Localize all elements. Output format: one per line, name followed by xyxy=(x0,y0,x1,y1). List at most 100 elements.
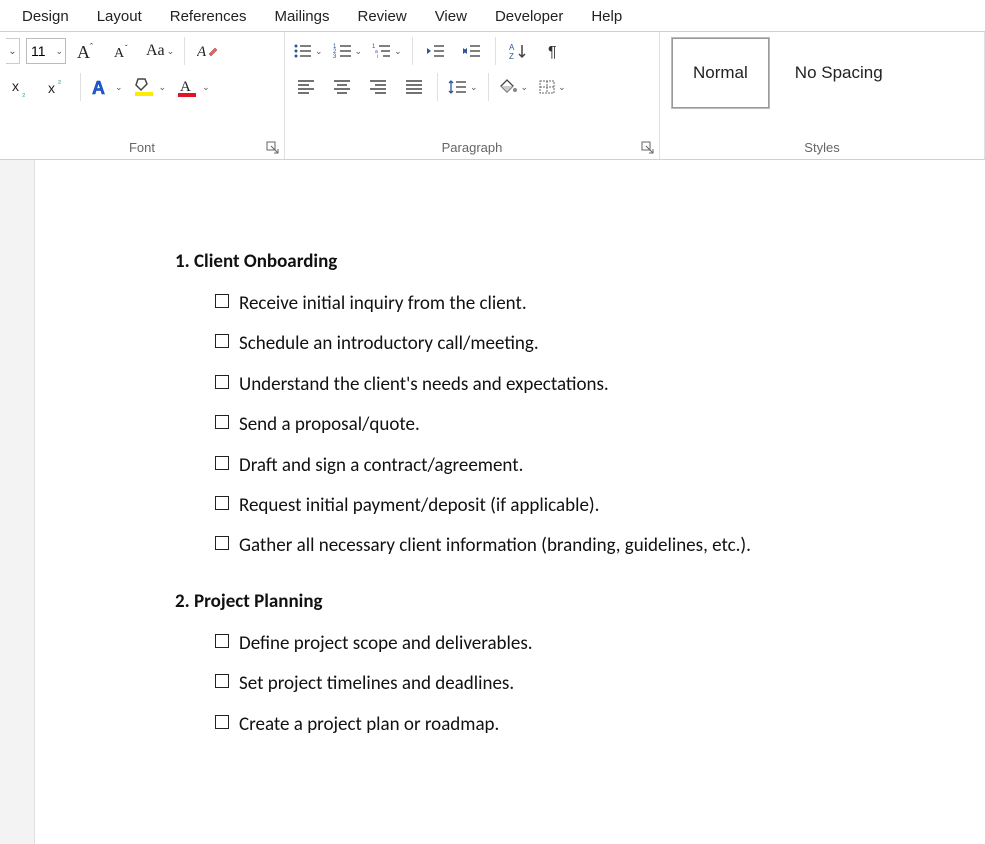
checklist-item[interactable]: Create a project plan or roadmap. xyxy=(215,710,865,740)
font-color-button[interactable]: A ⌄ xyxy=(174,72,212,102)
checklist-item-text[interactable]: Define project scope and deliverables. xyxy=(239,629,533,659)
align-left-button[interactable] xyxy=(291,72,321,102)
change-case-icon: Aa xyxy=(146,42,165,60)
section-heading[interactable]: 1. Client Onboarding xyxy=(175,250,865,273)
paragraph-dialog-launcher-icon[interactable] xyxy=(641,141,655,155)
separator xyxy=(412,37,413,65)
highlight-button[interactable]: ⌄ xyxy=(131,72,169,102)
checkbox-icon[interactable] xyxy=(215,674,229,688)
subscript-button[interactable]: x₂ xyxy=(6,72,36,102)
checklist-item-text[interactable]: Create a project plan or roadmap. xyxy=(239,710,499,740)
increase-indent-button[interactable] xyxy=(457,36,487,66)
font-dialog-launcher-icon[interactable] xyxy=(266,141,280,155)
bullets-button[interactable]: ⌄ xyxy=(291,36,325,66)
svg-text:A: A xyxy=(509,43,515,52)
tab-design[interactable]: Design xyxy=(8,4,83,29)
chevron-down-icon: ⌄ xyxy=(470,82,478,93)
tab-mailings[interactable]: Mailings xyxy=(260,4,343,29)
checklist-item-text[interactable]: Receive initial inquiry from the client. xyxy=(239,289,527,319)
svg-text:i: i xyxy=(377,54,378,60)
checklist-item[interactable]: Draft and sign a contract/agreement. xyxy=(215,451,865,481)
separator xyxy=(437,73,438,101)
svg-text:A: A xyxy=(197,44,207,60)
tab-layout[interactable]: Layout xyxy=(83,4,156,29)
checkbox-icon[interactable] xyxy=(215,536,229,550)
tab-references[interactable]: References xyxy=(156,4,261,29)
tab-help[interactable]: Help xyxy=(577,4,636,29)
borders-button[interactable]: ⌄ xyxy=(536,72,568,102)
sort-button[interactable]: AZ xyxy=(504,36,534,66)
show-marks-button[interactable]: ¶ xyxy=(540,36,570,66)
svg-text:₂: ₂ xyxy=(22,88,26,97)
document-area: 1. Client Onboarding Receive initial inqu… xyxy=(0,160,985,844)
grow-font-button[interactable]: Aˆ xyxy=(72,36,102,66)
checkbox-icon[interactable] xyxy=(215,634,229,648)
group-label: Styles xyxy=(660,138,984,159)
line-spacing-button[interactable]: ⌄ xyxy=(446,72,480,102)
chevron-down-icon: ⌄ xyxy=(558,82,566,93)
text-effects-button[interactable]: A ⌄ xyxy=(89,72,125,102)
checklist-item-text[interactable]: Set project timelines and deadlines. xyxy=(239,669,514,699)
svg-text:x: x xyxy=(12,78,19,94)
style-normal[interactable]: Normal xyxy=(672,38,769,108)
checkbox-icon[interactable] xyxy=(215,715,229,729)
checklist-item[interactable]: Receive initial inquiry from the client. xyxy=(215,289,865,319)
checklist-item-text[interactable]: Draft and sign a contract/agreement. xyxy=(239,451,523,481)
checklist-item[interactable]: Set project timelines and deadlines. xyxy=(215,669,865,699)
checklist-item-text[interactable]: Request initial payment/deposit (if appl… xyxy=(239,491,599,521)
paragraph-group: ⌄ 123 ⌄ 1ai ⌄ AZ xyxy=(285,32,660,159)
font-size-combo[interactable]: ⌄ xyxy=(26,38,66,64)
checklist-item[interactable]: Define project scope and deliverables. xyxy=(215,629,865,659)
svg-text:ˇ: ˇ xyxy=(125,44,128,53)
svg-text:¶: ¶ xyxy=(548,44,557,60)
checkbox-icon[interactable] xyxy=(215,415,229,429)
chevron-down-icon: ⌄ xyxy=(115,82,123,93)
checklist-item[interactable]: Understand the client's needs and expect… xyxy=(215,370,865,400)
font-family-dropdown-caret[interactable]: ⌄ xyxy=(6,38,20,64)
chevron-down-icon: ⌄ xyxy=(159,82,167,93)
checklist-item-text[interactable]: Gather all necessary client information … xyxy=(239,531,751,561)
checklist-item[interactable]: Gather all necessary client information … xyxy=(215,531,865,561)
chevron-down-icon: ⌄ xyxy=(202,82,210,93)
checklist-item[interactable]: Send a proposal/quote. xyxy=(215,410,865,440)
superscript-button[interactable]: x² xyxy=(42,72,72,102)
section-heading[interactable]: 2. Project Planning xyxy=(175,590,865,613)
checkbox-icon[interactable] xyxy=(215,456,229,470)
checkbox-icon[interactable] xyxy=(215,334,229,348)
document-page[interactable]: 1. Client Onboarding Receive initial inqu… xyxy=(35,160,985,844)
style-no-spacing[interactable]: No Spacing xyxy=(775,38,903,108)
checklist-item[interactable]: Schedule an introductory call/meeting. xyxy=(215,329,865,359)
chevron-down-icon: ⌄ xyxy=(394,46,402,57)
multilevel-list-button[interactable]: 1ai ⌄ xyxy=(370,36,404,66)
tab-developer[interactable]: Developer xyxy=(481,4,577,29)
align-center-button[interactable] xyxy=(327,72,357,102)
checklist-item-text[interactable]: Schedule an introductory call/meeting. xyxy=(239,329,539,359)
clear-formatting-button[interactable]: A xyxy=(193,36,223,66)
checkbox-icon[interactable] xyxy=(215,375,229,389)
font-size-input[interactable] xyxy=(27,43,55,59)
justify-button[interactable] xyxy=(399,72,429,102)
numbering-button[interactable]: 123 ⌄ xyxy=(331,36,365,66)
chevron-down-icon: ⌄ xyxy=(55,46,65,57)
svg-text:A: A xyxy=(114,46,125,61)
shrink-font-button[interactable]: Aˇ xyxy=(108,36,138,66)
checklist-item[interactable]: Request initial payment/deposit (if appl… xyxy=(215,491,865,521)
change-case-button[interactable]: Aa ⌄ xyxy=(144,36,176,66)
chevron-down-icon: ⌄ xyxy=(355,46,363,57)
align-right-button[interactable] xyxy=(363,72,393,102)
svg-text:3: 3 xyxy=(333,54,337,60)
checklist-item-text[interactable]: Send a proposal/quote. xyxy=(239,410,420,440)
svg-text:²: ² xyxy=(58,78,61,88)
checklist-item-text[interactable]: Understand the client's needs and expect… xyxy=(239,370,609,400)
shading-button[interactable]: ⌄ xyxy=(497,72,531,102)
separator xyxy=(80,73,81,101)
decrease-indent-button[interactable] xyxy=(421,36,451,66)
separator xyxy=(184,37,185,65)
checkbox-icon[interactable] xyxy=(215,496,229,510)
chevron-down-icon: ⌄ xyxy=(315,46,323,57)
tab-view[interactable]: View xyxy=(421,4,481,29)
tab-review[interactable]: Review xyxy=(344,4,421,29)
svg-text:ˆ: ˆ xyxy=(90,42,93,52)
checkbox-icon[interactable] xyxy=(215,294,229,308)
font-group: ⌄ ⌄ Aˆ Aˇ Aa ⌄ A xyxy=(0,32,285,159)
